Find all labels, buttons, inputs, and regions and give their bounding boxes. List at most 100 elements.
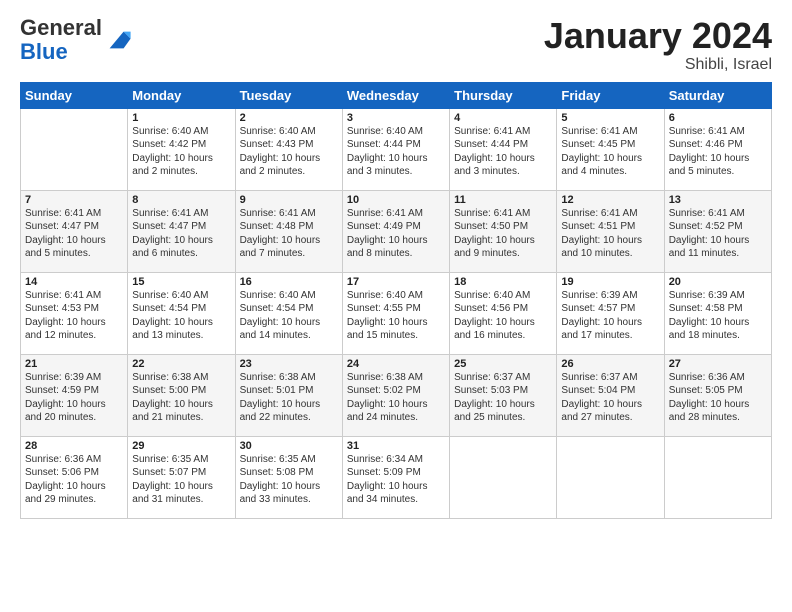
calendar-cell: 30Sunrise: 6:35 AM Sunset: 5:08 PM Dayli… — [235, 436, 342, 518]
calendar-cell: 1Sunrise: 6:40 AM Sunset: 4:42 PM Daylig… — [128, 108, 235, 190]
calendar-cell: 27Sunrise: 6:36 AM Sunset: 5:05 PM Dayli… — [664, 354, 771, 436]
day-info: Sunrise: 6:35 AM Sunset: 5:08 PM Dayligh… — [240, 453, 338, 507]
day-number: 30 — [240, 440, 338, 452]
day-info: Sunrise: 6:36 AM Sunset: 5:06 PM Dayligh… — [25, 453, 123, 507]
day-info: Sunrise: 6:36 AM Sunset: 5:05 PM Dayligh… — [669, 371, 767, 425]
calendar-cell: 12Sunrise: 6:41 AM Sunset: 4:51 PM Dayli… — [557, 190, 664, 272]
calendar-cell: 6Sunrise: 6:41 AM Sunset: 4:46 PM Daylig… — [664, 108, 771, 190]
calendar-cell — [557, 436, 664, 518]
month-title: January 2024 — [544, 16, 772, 56]
day-info: Sunrise: 6:41 AM Sunset: 4:47 PM Dayligh… — [25, 207, 123, 261]
day-info: Sunrise: 6:41 AM Sunset: 4:44 PM Dayligh… — [454, 125, 552, 179]
day-info: Sunrise: 6:35 AM Sunset: 5:07 PM Dayligh… — [132, 453, 230, 507]
calendar-cell: 4Sunrise: 6:41 AM Sunset: 4:44 PM Daylig… — [450, 108, 557, 190]
day-info: Sunrise: 6:40 AM Sunset: 4:54 PM Dayligh… — [240, 289, 338, 343]
location: Shibli, Israel — [544, 56, 772, 74]
day-info: Sunrise: 6:38 AM Sunset: 5:00 PM Dayligh… — [132, 371, 230, 425]
week-row-5: 28Sunrise: 6:36 AM Sunset: 5:06 PM Dayli… — [21, 436, 772, 518]
header: General Blue January 2024 Shibli, Israel — [20, 16, 772, 74]
day-info: Sunrise: 6:41 AM Sunset: 4:51 PM Dayligh… — [561, 207, 659, 261]
day-info: Sunrise: 6:40 AM Sunset: 4:55 PM Dayligh… — [347, 289, 445, 343]
day-number: 20 — [669, 276, 767, 288]
logo: General Blue — [20, 16, 132, 64]
day-header-friday: Friday — [557, 82, 664, 108]
day-info: Sunrise: 6:41 AM Sunset: 4:45 PM Dayligh… — [561, 125, 659, 179]
title-area: January 2024 Shibli, Israel — [544, 16, 772, 74]
day-number: 1 — [132, 112, 230, 124]
page: General Blue January 2024 Shibli, Israel — [0, 0, 792, 529]
logo-text: General Blue — [20, 16, 132, 64]
calendar-cell: 5Sunrise: 6:41 AM Sunset: 4:45 PM Daylig… — [557, 108, 664, 190]
day-number: 10 — [347, 194, 445, 206]
calendar-cell: 7Sunrise: 6:41 AM Sunset: 4:47 PM Daylig… — [21, 190, 128, 272]
calendar-cell: 29Sunrise: 6:35 AM Sunset: 5:07 PM Dayli… — [128, 436, 235, 518]
day-info: Sunrise: 6:41 AM Sunset: 4:50 PM Dayligh… — [454, 207, 552, 261]
day-info: Sunrise: 6:37 AM Sunset: 5:03 PM Dayligh… — [454, 371, 552, 425]
logo-blue: Blue — [20, 39, 68, 64]
day-number: 5 — [561, 112, 659, 124]
day-header-thursday: Thursday — [450, 82, 557, 108]
day-info: Sunrise: 6:40 AM Sunset: 4:42 PM Dayligh… — [132, 125, 230, 179]
day-number: 13 — [669, 194, 767, 206]
day-info: Sunrise: 6:39 AM Sunset: 4:58 PM Dayligh… — [669, 289, 767, 343]
day-number: 22 — [132, 358, 230, 370]
calendar-cell: 19Sunrise: 6:39 AM Sunset: 4:57 PM Dayli… — [557, 272, 664, 354]
day-number: 17 — [347, 276, 445, 288]
header-row: SundayMondayTuesdayWednesdayThursdayFrid… — [21, 82, 772, 108]
day-number: 27 — [669, 358, 767, 370]
calendar-cell: 3Sunrise: 6:40 AM Sunset: 4:44 PM Daylig… — [342, 108, 449, 190]
day-number: 2 — [240, 112, 338, 124]
day-info: Sunrise: 6:34 AM Sunset: 5:09 PM Dayligh… — [347, 453, 445, 507]
day-info: Sunrise: 6:40 AM Sunset: 4:56 PM Dayligh… — [454, 289, 552, 343]
day-info: Sunrise: 6:41 AM Sunset: 4:47 PM Dayligh… — [132, 207, 230, 261]
day-info: Sunrise: 6:41 AM Sunset: 4:46 PM Dayligh… — [669, 125, 767, 179]
day-header-saturday: Saturday — [664, 82, 771, 108]
week-row-3: 14Sunrise: 6:41 AM Sunset: 4:53 PM Dayli… — [21, 272, 772, 354]
calendar-cell: 2Sunrise: 6:40 AM Sunset: 4:43 PM Daylig… — [235, 108, 342, 190]
calendar-cell: 14Sunrise: 6:41 AM Sunset: 4:53 PM Dayli… — [21, 272, 128, 354]
calendar-cell: 9Sunrise: 6:41 AM Sunset: 4:48 PM Daylig… — [235, 190, 342, 272]
day-info: Sunrise: 6:40 AM Sunset: 4:43 PM Dayligh… — [240, 125, 338, 179]
day-number: 12 — [561, 194, 659, 206]
calendar-cell: 18Sunrise: 6:40 AM Sunset: 4:56 PM Dayli… — [450, 272, 557, 354]
logo-icon — [104, 26, 132, 54]
day-info: Sunrise: 6:40 AM Sunset: 4:54 PM Dayligh… — [132, 289, 230, 343]
day-info: Sunrise: 6:41 AM Sunset: 4:53 PM Dayligh… — [25, 289, 123, 343]
day-info: Sunrise: 6:38 AM Sunset: 5:01 PM Dayligh… — [240, 371, 338, 425]
day-number: 3 — [347, 112, 445, 124]
calendar-cell: 23Sunrise: 6:38 AM Sunset: 5:01 PM Dayli… — [235, 354, 342, 436]
day-header-wednesday: Wednesday — [342, 82, 449, 108]
calendar-cell: 24Sunrise: 6:38 AM Sunset: 5:02 PM Dayli… — [342, 354, 449, 436]
day-number: 7 — [25, 194, 123, 206]
day-info: Sunrise: 6:41 AM Sunset: 4:48 PM Dayligh… — [240, 207, 338, 261]
day-number: 18 — [454, 276, 552, 288]
day-number: 25 — [454, 358, 552, 370]
calendar-cell: 28Sunrise: 6:36 AM Sunset: 5:06 PM Dayli… — [21, 436, 128, 518]
day-header-sunday: Sunday — [21, 82, 128, 108]
week-row-4: 21Sunrise: 6:39 AM Sunset: 4:59 PM Dayli… — [21, 354, 772, 436]
calendar-cell: 8Sunrise: 6:41 AM Sunset: 4:47 PM Daylig… — [128, 190, 235, 272]
calendar-cell: 17Sunrise: 6:40 AM Sunset: 4:55 PM Dayli… — [342, 272, 449, 354]
day-number: 28 — [25, 440, 123, 452]
calendar-cell: 10Sunrise: 6:41 AM Sunset: 4:49 PM Dayli… — [342, 190, 449, 272]
day-number: 8 — [132, 194, 230, 206]
day-number: 29 — [132, 440, 230, 452]
day-header-monday: Monday — [128, 82, 235, 108]
calendar-cell: 11Sunrise: 6:41 AM Sunset: 4:50 PM Dayli… — [450, 190, 557, 272]
calendar-cell: 22Sunrise: 6:38 AM Sunset: 5:00 PM Dayli… — [128, 354, 235, 436]
day-header-tuesday: Tuesday — [235, 82, 342, 108]
calendar-cell: 26Sunrise: 6:37 AM Sunset: 5:04 PM Dayli… — [557, 354, 664, 436]
calendar-cell — [664, 436, 771, 518]
day-info: Sunrise: 6:38 AM Sunset: 5:02 PM Dayligh… — [347, 371, 445, 425]
day-number: 19 — [561, 276, 659, 288]
calendar-cell: 16Sunrise: 6:40 AM Sunset: 4:54 PM Dayli… — [235, 272, 342, 354]
calendar-cell: 20Sunrise: 6:39 AM Sunset: 4:58 PM Dayli… — [664, 272, 771, 354]
week-row-2: 7Sunrise: 6:41 AM Sunset: 4:47 PM Daylig… — [21, 190, 772, 272]
day-info: Sunrise: 6:41 AM Sunset: 4:52 PM Dayligh… — [669, 207, 767, 261]
day-number: 16 — [240, 276, 338, 288]
day-number: 6 — [669, 112, 767, 124]
day-number: 26 — [561, 358, 659, 370]
day-info: Sunrise: 6:37 AM Sunset: 5:04 PM Dayligh… — [561, 371, 659, 425]
day-info: Sunrise: 6:39 AM Sunset: 4:59 PM Dayligh… — [25, 371, 123, 425]
calendar-cell: 21Sunrise: 6:39 AM Sunset: 4:59 PM Dayli… — [21, 354, 128, 436]
